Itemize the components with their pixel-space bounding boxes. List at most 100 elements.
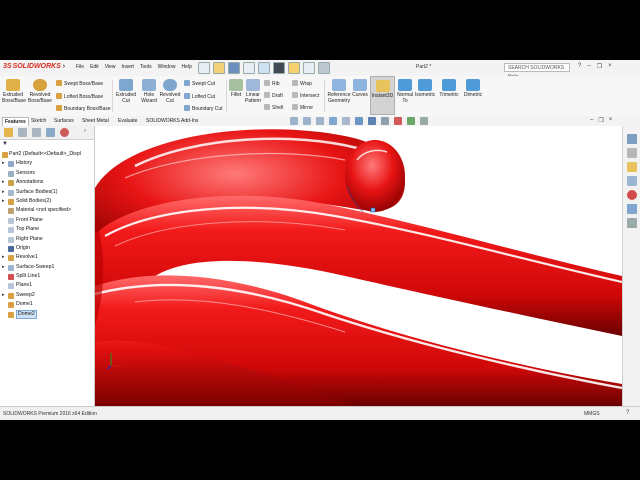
extruded-boss-button[interactable]: Extruded Boss/Base	[2, 79, 26, 104]
restore-icon[interactable]: ❐	[597, 63, 602, 70]
tree-item-solid-bodies-2[interactable]: ▸ Solid Bodies(2)	[0, 197, 94, 206]
tree-root-part[interactable]: Part2 (Default<<Default>_Displ	[0, 150, 94, 159]
swept-cut-button[interactable]: Swept Cut	[184, 80, 215, 88]
viewport-close-icon[interactable]: ×	[609, 117, 613, 124]
extruded-cut-button[interactable]: Extruded Cut	[114, 79, 138, 104]
help-icon[interactable]: ?	[578, 63, 581, 70]
model-viewport[interactable]	[95, 126, 622, 406]
print-icon[interactable]	[243, 62, 255, 74]
tree-item-surface-sweep1[interactable]: ▸ Surface-Sweep1	[0, 263, 94, 272]
tree-item-top-plane[interactable]: Top Plane	[0, 225, 94, 234]
open-icon[interactable]	[213, 62, 225, 74]
revolved-cut-button[interactable]: Revolved Cut	[158, 79, 182, 104]
shell-button[interactable]: Shell	[264, 104, 283, 112]
new-document-icon[interactable]	[198, 62, 210, 74]
tab-sheet-metal[interactable]: Sheet Metal	[80, 117, 111, 125]
tree-item-dome1[interactable]: Dome1	[0, 300, 94, 309]
lofted-boss-button[interactable]: Lofted Boss/Base	[56, 93, 103, 101]
tab-evaluate[interactable]: Evaluate	[116, 117, 139, 125]
menu-help[interactable]: Help	[181, 64, 191, 70]
draft-button[interactable]: Draft	[264, 92, 283, 100]
zoom-to-fit-icon[interactable]	[290, 117, 298, 125]
curves-button[interactable]: Curves	[351, 79, 369, 98]
wrap-button[interactable]: Wrap	[292, 80, 312, 88]
graphics-area[interactable]	[95, 126, 622, 406]
units-selector[interactable]: MMGS	[584, 411, 600, 417]
configuration-manager-tab-icon[interactable]	[32, 128, 41, 137]
trimetric-button[interactable]: Trimetric	[438, 79, 460, 98]
boundary-cut-button[interactable]: Boundary Cut	[184, 105, 223, 113]
expand-arrow-icon[interactable]: ▸	[2, 291, 5, 300]
tree-item-origin[interactable]: Origin	[0, 244, 94, 253]
tree-item-annotations[interactable]: ▸ Annotations	[0, 178, 94, 187]
solidworks-forum-icon[interactable]	[627, 218, 637, 228]
tree-item-sensors[interactable]: Sensors	[0, 169, 94, 178]
menu-edit[interactable]: Edit	[90, 64, 99, 70]
status-help-icon[interactable]: ?	[626, 410, 629, 416]
menu-file[interactable]: File	[76, 64, 84, 70]
tab-features[interactable]: Features	[2, 117, 29, 126]
select-icon[interactable]	[273, 62, 285, 74]
tab-solidworks-addins[interactable]: SOLIDWORKS Add-Ins	[144, 117, 200, 125]
dimxpert-tab-icon[interactable]	[46, 128, 55, 137]
custom-properties-icon[interactable]	[627, 204, 637, 214]
tree-item-right-plane[interactable]: Right Plane	[0, 235, 94, 244]
fillet-button[interactable]: Fillet	[228, 79, 244, 98]
instant3d-button[interactable]: Instant3D	[370, 76, 395, 115]
expand-arrow-icon[interactable]: ▸	[2, 253, 5, 262]
file-properties-icon[interactable]	[303, 62, 315, 74]
panel-expand-icon[interactable]: ›	[84, 128, 86, 134]
linear-pattern-button[interactable]: Linear Pattern	[244, 79, 262, 104]
property-manager-tab-icon[interactable]	[18, 128, 27, 137]
minimize-icon[interactable]: –	[587, 63, 590, 70]
boundary-boss-button[interactable]: Boundary Boss/Base	[56, 105, 111, 113]
menu-tools[interactable]: Tools	[140, 64, 152, 70]
mirror-button[interactable]: Mirror	[292, 104, 313, 112]
tree-item-revolve1[interactable]: ▸ Revolve1	[0, 253, 94, 262]
viewport-minimize-icon[interactable]: –	[590, 117, 593, 124]
options-gear-icon[interactable]	[318, 62, 330, 74]
expand-arrow-icon[interactable]: ▸	[2, 197, 5, 206]
swept-boss-button[interactable]: Swept Boss/Base	[56, 80, 103, 88]
expand-arrow-icon[interactable]: ▸	[2, 263, 5, 272]
undo-icon[interactable]	[258, 62, 270, 74]
solidworks-logo[interactable]: 3SSOLIDWORKS ›	[3, 63, 65, 70]
expand-arrow-icon[interactable]: ▸	[2, 178, 5, 187]
tab-surfaces[interactable]: Surfaces	[52, 117, 76, 125]
solidworks-resources-icon[interactable]	[627, 134, 637, 144]
revolved-boss-button[interactable]: Revolved Boss/Base	[28, 79, 52, 104]
viewport-restore-icon[interactable]: ❐	[598, 117, 603, 124]
search-input[interactable]: SEARCH SOLIDWORKS Help	[504, 63, 570, 80]
view-settings-icon[interactable]	[420, 117, 428, 125]
view-orientation-icon[interactable]	[355, 117, 363, 125]
apply-scene-icon[interactable]	[407, 117, 415, 125]
appearances-icon[interactable]	[627, 190, 637, 200]
close-icon[interactable]: ×	[608, 63, 612, 70]
tree-item-sweep2[interactable]: ▸ Sweep2	[0, 291, 94, 300]
save-icon[interactable]	[228, 62, 240, 74]
lofted-cut-button[interactable]: Lofted Cut	[184, 93, 215, 101]
edit-appearance-icon[interactable]	[394, 117, 402, 125]
tree-item-dome2[interactable]: Dome2	[0, 310, 94, 320]
dynamic-annotation-icon[interactable]	[342, 117, 350, 125]
design-library-icon[interactable]	[627, 148, 637, 158]
normal-to-button[interactable]: Normal To	[396, 79, 414, 104]
expand-arrow-icon[interactable]: ▸	[2, 188, 5, 197]
expand-arrow-icon[interactable]: ▸	[2, 159, 5, 168]
dimetric-button[interactable]: Dimetric	[462, 79, 484, 98]
menu-view[interactable]: View	[105, 64, 116, 70]
filter-icon[interactable]: ▼	[2, 141, 8, 147]
rebuild-icon[interactable]	[288, 62, 300, 74]
menu-window[interactable]: Window	[158, 64, 176, 70]
tree-item-surface-bodies-1[interactable]: ▸ Surface Bodies(1)	[0, 188, 94, 197]
rib-button[interactable]: Rib	[264, 80, 280, 88]
tree-item-history[interactable]: ▸ History	[0, 159, 94, 168]
tree-item-front-plane[interactable]: Front Plane	[0, 216, 94, 225]
tab-sketch[interactable]: Sketch	[29, 117, 48, 125]
display-manager-tab-icon[interactable]	[60, 128, 69, 137]
tree-item-material-not-specified[interactable]: Material <not specified>	[0, 206, 94, 215]
zoom-area-icon[interactable]	[303, 117, 311, 125]
previous-view-icon[interactable]	[316, 117, 324, 125]
tree-item-plane1[interactable]: Plane1	[0, 281, 94, 290]
file-explorer-icon[interactable]	[627, 162, 637, 172]
